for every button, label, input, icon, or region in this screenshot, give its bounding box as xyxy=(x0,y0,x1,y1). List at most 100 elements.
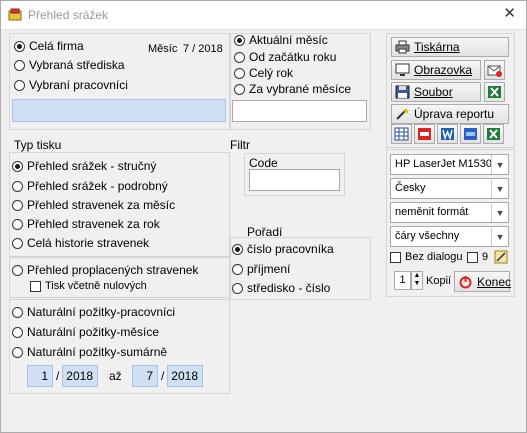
spin-up-icon[interactable]: ▲ xyxy=(412,272,422,280)
radio-naturalni-mesice[interactable]: Naturální požitky-měsíce xyxy=(12,325,159,339)
printer-icon xyxy=(395,40,410,54)
print-type-heading: Typ tisku xyxy=(14,138,62,152)
to-month-field[interactable]: 7 xyxy=(132,365,158,387)
radio-aktualni-mesic[interactable]: Aktuální měsíc xyxy=(234,33,328,47)
excel-icon xyxy=(488,86,501,98)
radio-cela-historie[interactable]: Celá historie stravenek xyxy=(12,236,149,250)
radio-naturalni-sumarne[interactable]: Naturální požitky-sumárně xyxy=(12,345,167,359)
radio-prehled-srazek-strucny[interactable]: Přehled srážek - stručný xyxy=(12,159,156,173)
radio-button[interactable] xyxy=(234,67,245,79)
printer-select[interactable]: HP LaserJet M1530 ▼ xyxy=(390,154,509,175)
month-label: Měsíc xyxy=(148,43,178,55)
word-button[interactable] xyxy=(437,124,458,144)
pdf-icon xyxy=(418,128,431,140)
checkbox-nine[interactable]: 9 xyxy=(467,251,488,263)
radio-button[interactable] xyxy=(12,160,23,172)
radio-button[interactable] xyxy=(234,34,245,46)
table-export-button[interactable] xyxy=(391,124,412,144)
code-label: Code xyxy=(249,156,278,170)
month-value: 7 / 2018 xyxy=(183,43,223,55)
radio-vybrana-strediska[interactable]: Vybraná střediska xyxy=(14,58,125,72)
chevron-down-icon: ▼ xyxy=(491,179,508,198)
copies-field[interactable]: 1 xyxy=(394,271,411,290)
from-month-field[interactable]: 1 xyxy=(27,365,53,387)
to-year-field[interactable]: 2018 xyxy=(167,365,203,387)
close-icon[interactable]: ✕ xyxy=(503,5,516,23)
radio-button[interactable] xyxy=(14,40,25,52)
html-icon xyxy=(464,128,477,140)
printer-button[interactable]: Tiskárna xyxy=(391,37,509,57)
end-button[interactable]: Konec xyxy=(454,271,511,292)
pdf-button[interactable] xyxy=(414,124,435,144)
radio-stravenky-mesic[interactable]: Přehled stravenek za měsíc xyxy=(12,198,175,212)
checkbox[interactable] xyxy=(390,251,401,263)
radio-stredisko-cislo[interactable]: středisko - číslo xyxy=(232,281,330,295)
floppy-icon xyxy=(395,85,410,99)
settings-wand-icon[interactable] xyxy=(493,249,509,265)
monitor-icon xyxy=(395,63,410,76)
filter-heading: Filtr xyxy=(230,138,250,152)
copies-spinner[interactable]: ▲ ▼ xyxy=(411,271,423,290)
table-icon xyxy=(394,127,409,141)
excel-export-button[interactable] xyxy=(483,124,504,144)
screen-button[interactable]: Obrazovka xyxy=(391,60,481,80)
title-bar: Přehled srážek ✕ xyxy=(1,1,526,30)
radio-button[interactable] xyxy=(12,306,23,318)
chevron-down-icon: ▼ xyxy=(491,203,508,222)
radio-button[interactable] xyxy=(14,79,25,91)
radio-button[interactable] xyxy=(12,326,23,338)
radio-stravenky-rok[interactable]: Přehled stravenek za rok xyxy=(12,217,160,231)
copies-label: Kopií xyxy=(426,275,452,287)
checkbox-bez-dialogu[interactable]: Bez dialogu xyxy=(390,251,463,263)
radio-button[interactable] xyxy=(12,346,23,358)
radio-cely-rok[interactable]: Celý rok xyxy=(234,66,293,80)
checkbox-vcetne-nulovych[interactable]: Tisk včetně nulových xyxy=(30,280,147,292)
radio-button[interactable] xyxy=(232,282,243,294)
radio-button[interactable] xyxy=(234,51,245,63)
radio-naturalni-pracovnici[interactable]: Naturální požitky-pracovníci xyxy=(12,305,175,319)
radio-button[interactable] xyxy=(14,59,25,71)
radio-button[interactable] xyxy=(12,199,23,211)
radio-button[interactable] xyxy=(232,243,243,255)
radio-button[interactable] xyxy=(12,237,23,249)
lines-select[interactable]: čáry všechny ▼ xyxy=(390,226,509,247)
email-button[interactable] xyxy=(484,60,505,80)
radio-cislo-pracovnika[interactable]: číslo pracovníka xyxy=(232,242,334,256)
checkbox[interactable] xyxy=(30,280,41,292)
radio-button[interactable] xyxy=(12,180,23,192)
radio-button[interactable] xyxy=(12,218,23,230)
app-icon xyxy=(8,8,22,21)
radio-vybrani-pracovnici[interactable]: Vybraní pracovníci xyxy=(14,78,128,92)
radio-prijmeni[interactable]: příjmení xyxy=(232,262,290,276)
chevron-down-icon: ▼ xyxy=(491,227,508,246)
code-input[interactable] xyxy=(249,169,340,191)
window-title: Přehled srážek xyxy=(28,8,109,22)
edit-report-button[interactable]: Úprava reportu xyxy=(391,104,509,124)
file-button[interactable]: Soubor xyxy=(391,82,481,102)
wand-icon xyxy=(396,108,409,120)
from-year-field[interactable]: 2018 xyxy=(62,365,98,387)
radio-proplacene-stravenky[interactable]: Přehled proplacených stravenek xyxy=(12,263,198,277)
excel-button[interactable] xyxy=(484,82,505,102)
power-icon xyxy=(459,275,472,288)
radio-za-vybrane-mesice[interactable]: Za vybrané měsíce xyxy=(234,82,351,96)
radio-button[interactable] xyxy=(12,264,23,276)
report-window: Přehled srážek ✕ Celá firma Vybraná stře… xyxy=(0,0,527,433)
date-separator: / xyxy=(56,369,60,383)
radio-cela-firma[interactable]: Celá firma xyxy=(14,39,84,53)
months-field[interactable] xyxy=(232,100,367,122)
html-button[interactable] xyxy=(460,124,481,144)
word-icon xyxy=(441,128,454,141)
excel-icon xyxy=(487,128,500,140)
radio-od-zacatku-roku[interactable]: Od začátku roku xyxy=(234,50,336,64)
checkbox[interactable] xyxy=(467,251,478,263)
radio-button[interactable] xyxy=(234,83,245,95)
scope-selection-field[interactable] xyxy=(12,99,226,122)
email-icon xyxy=(487,65,502,77)
language-select[interactable]: Česky ▼ xyxy=(390,178,509,199)
date-separator: / xyxy=(161,369,165,383)
radio-button[interactable] xyxy=(232,263,243,275)
format-select[interactable]: neměnit formát ▼ xyxy=(390,202,509,223)
radio-prehled-srazek-podrobny[interactable]: Přehled srážek - podrobný xyxy=(12,179,168,193)
spin-down-icon[interactable]: ▼ xyxy=(412,280,422,288)
